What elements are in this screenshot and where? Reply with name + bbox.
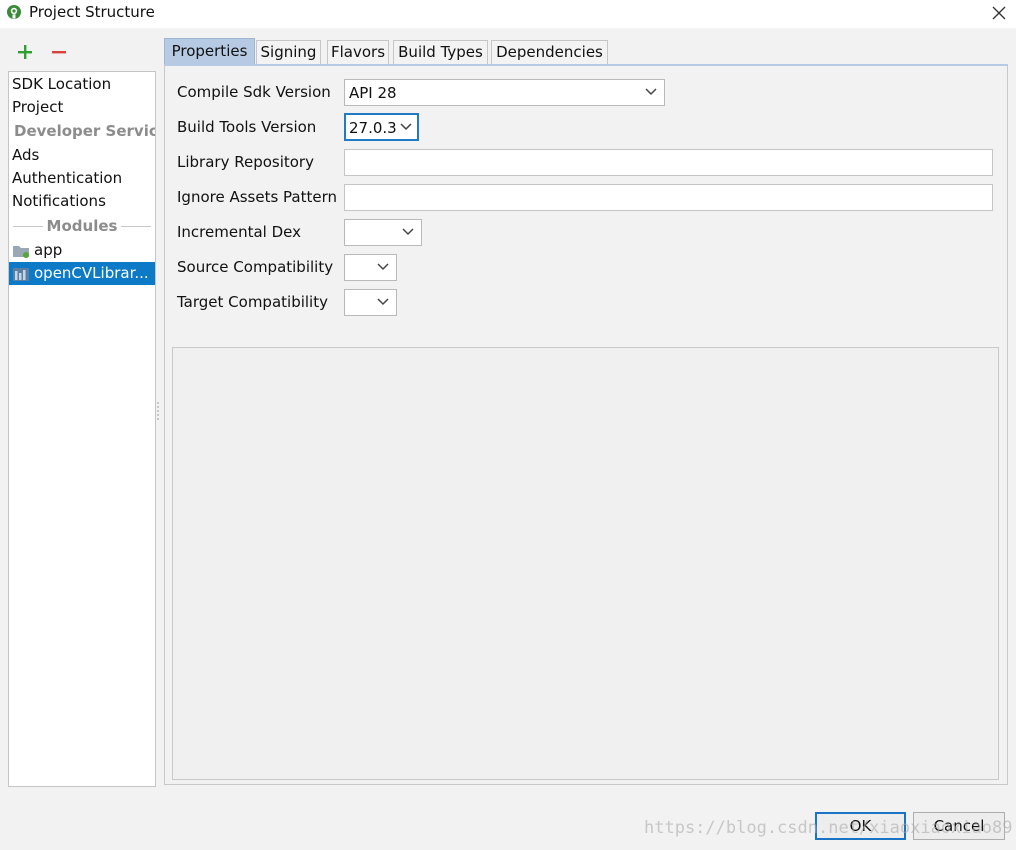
build-tools-dropdown[interactable]: 27.0.3 (344, 113, 419, 141)
sidebar-item-project[interactable]: Project (9, 96, 155, 119)
splitter-handle[interactable] (156, 400, 162, 422)
library-module-icon (13, 267, 29, 281)
tab-properties[interactable]: Properties (164, 38, 255, 64)
ignore-assets-input[interactable] (345, 185, 992, 210)
sidebar-item-ads[interactable]: Ads (9, 144, 155, 167)
chevron-down-icon (402, 228, 414, 236)
minus-icon[interactable] (49, 42, 69, 62)
library-repository-field[interactable] (344, 149, 993, 176)
android-studio-icon (7, 5, 21, 19)
tab-flavors[interactable]: Flavors (327, 40, 389, 64)
close-button[interactable] (982, 0, 1016, 26)
ignore-assets-field[interactable] (344, 184, 993, 211)
tab-build-types[interactable]: Build Types (393, 40, 488, 64)
details-area (172, 347, 999, 780)
title-bar: Project Structure (0, 0, 1016, 28)
modules-divider: Modules (9, 215, 155, 237)
sidebar-item-notifications[interactable]: Notifications (9, 190, 155, 213)
target-compatibility-dropdown[interactable] (344, 289, 397, 316)
target-compatibility-label: Target Compatibility (177, 293, 328, 311)
modules-header: Modules (46, 217, 118, 235)
chevron-down-icon (377, 263, 389, 271)
cancel-button[interactable]: Cancel (913, 812, 1005, 840)
chevron-down-icon (400, 123, 412, 131)
compile-sdk-dropdown[interactable]: API 28 (344, 79, 665, 106)
build-tools-value: 27.0.3 (349, 119, 397, 137)
sidebar-item-label: app (34, 241, 63, 259)
sidebar-item-sdk-location[interactable]: SDK Location (9, 73, 155, 96)
source-compatibility-label: Source Compatibility (177, 258, 334, 276)
plus-icon[interactable] (15, 42, 35, 62)
ok-button[interactable]: OK (815, 812, 906, 840)
build-tools-label: Build Tools Version (177, 118, 317, 136)
compile-sdk-value: API 28 (349, 84, 397, 102)
library-repository-input[interactable] (345, 150, 992, 175)
sidebar-header-developer-services: Developer Servic... (14, 122, 155, 140)
incremental-dex-dropdown[interactable] (344, 219, 422, 246)
sidebar: SDK Location Project Developer Servic...… (8, 71, 156, 787)
chevron-down-icon (377, 298, 389, 306)
tab-signing[interactable]: Signing (256, 40, 321, 64)
ignore-assets-label: Ignore Assets Pattern (177, 188, 338, 206)
sidebar-item-authentication[interactable]: Authentication (9, 167, 155, 190)
library-repository-label: Library Repository (177, 153, 314, 171)
source-compatibility-dropdown[interactable] (344, 254, 397, 281)
tab-dependencies[interactable]: Dependencies (491, 40, 608, 64)
sidebar-item-label: openCVLibrar... (34, 264, 149, 282)
sidebar-item-app[interactable]: app (9, 239, 155, 262)
window-title: Project Structure (29, 3, 155, 21)
folder-module-icon (13, 245, 29, 258)
compile-sdk-label: Compile Sdk Version (177, 83, 331, 101)
incremental-dex-label: Incremental Dex (177, 223, 301, 241)
chevron-down-icon (645, 88, 657, 96)
close-icon (992, 6, 1006, 20)
sidebar-item-opencv-library[interactable]: openCVLibrar... (9, 262, 155, 285)
